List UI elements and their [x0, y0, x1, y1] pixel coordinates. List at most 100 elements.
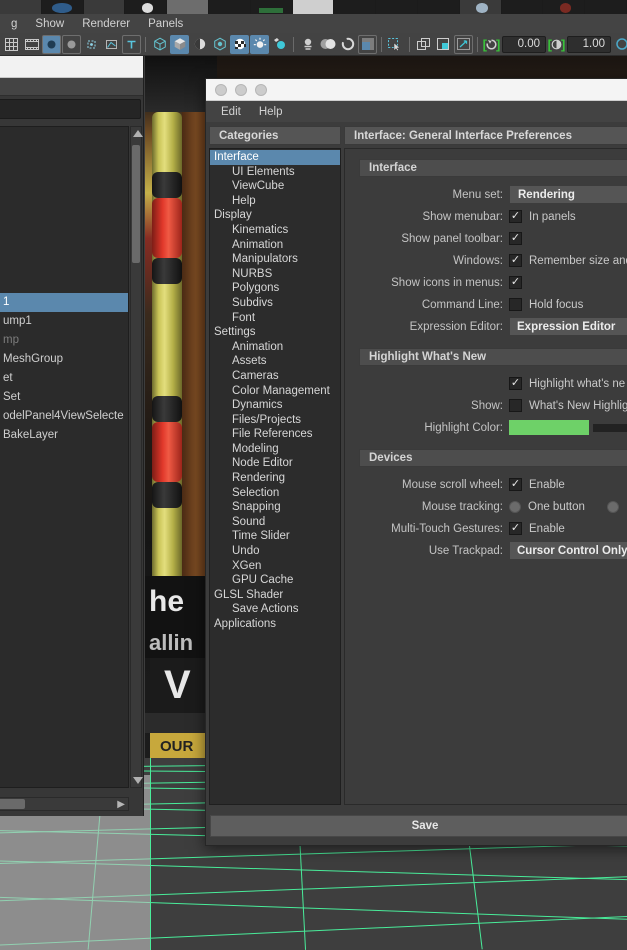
sidebar-item-applications[interactable]: Applications: [210, 617, 340, 632]
menu-panels[interactable]: Panels: [139, 16, 192, 32]
gamma-value-field[interactable]: 1.00: [567, 35, 611, 53]
list-item[interactable]: ump1: [0, 312, 128, 331]
sidebar-item-glsl-shader[interactable]: GLSL Shader: [210, 588, 340, 603]
checkbox-show-whats-new-highlight[interactable]: ✓: [509, 399, 522, 412]
list-item[interactable]: BakeLayer: [0, 426, 128, 445]
textured-sphere-icon[interactable]: [230, 34, 249, 54]
xray-icon[interactable]: [318, 35, 337, 54]
sidebar-item-rendering[interactable]: Rendering: [210, 471, 340, 486]
render-contrast-icon[interactable]: [ ]: [547, 35, 566, 54]
sidebar-item-snapping[interactable]: Snapping: [210, 500, 340, 515]
list-item[interactable]: 1: [0, 293, 128, 312]
menu-set-dropdown[interactable]: Rendering: [509, 185, 627, 204]
outliner-search-input[interactable]: [0, 99, 141, 119]
sidebar-item-dynamics[interactable]: Dynamics: [210, 398, 340, 413]
checkbox-mouse-scroll-wheel[interactable]: ✓: [509, 478, 522, 491]
checkbox-show-menubar[interactable]: ✓: [509, 210, 522, 223]
point-snap-icon[interactable]: [82, 35, 101, 54]
save-button[interactable]: Save: [210, 815, 627, 837]
checkbox-highlight-whats-new[interactable]: ✓: [509, 377, 522, 390]
sidebar-item-ui-elements[interactable]: UI Elements: [210, 165, 340, 180]
scrollbar-thumb[interactable]: [132, 145, 140, 263]
sidebar-item-animation-settings[interactable]: Animation: [210, 340, 340, 355]
lighting-icon[interactable]: [250, 34, 269, 54]
scroll-right-arrow-icon[interactable]: ▶: [117, 799, 125, 810]
use-trackpad-field[interactable]: Cursor Control Only: [509, 541, 627, 560]
sidebar-item-file-references[interactable]: File References: [210, 427, 340, 442]
sidebar-item-assets[interactable]: Assets: [210, 354, 340, 369]
sidebar-item-save-actions[interactable]: Save Actions: [210, 602, 340, 617]
radio-two-button[interactable]: [606, 500, 619, 513]
list-item[interactable]: et: [0, 369, 128, 388]
panel-resize-icon[interactable]: [454, 34, 473, 54]
menu-g[interactable]: g: [2, 16, 26, 32]
radio-one-button[interactable]: [509, 500, 521, 513]
sidebar-item-selection[interactable]: Selection: [210, 486, 340, 501]
sidebar-item-undo[interactable]: Undo: [210, 544, 340, 559]
menu-renderer[interactable]: Renderer: [73, 16, 139, 32]
outliner-horizontal-scrollbar[interactable]: ▶: [0, 797, 129, 811]
glow-sphere-icon[interactable]: [270, 35, 289, 54]
sidebar-item-subdivs[interactable]: Subdivs: [210, 296, 340, 311]
dialog-title-bar[interactable]: [206, 79, 627, 101]
sidebar-item-viewcube[interactable]: ViewCube: [210, 179, 340, 194]
sidebar-item-settings[interactable]: Settings: [210, 325, 340, 340]
sidebar-item-interface[interactable]: Interface: [210, 150, 340, 165]
sidebar-item-sound[interactable]: Sound: [210, 515, 340, 530]
xray-skeleton-icon[interactable]: [298, 35, 317, 54]
minimize-icon[interactable]: [235, 83, 247, 96]
checkbox-multi-touch-gestures[interactable]: ✓: [509, 522, 522, 535]
curve-icon[interactable]: [102, 35, 121, 54]
film-strip-icon[interactable]: [22, 35, 41, 54]
list-item[interactable]: mp: [0, 331, 128, 350]
menu-show[interactable]: Show: [26, 16, 73, 32]
sidebar-item-time-slider[interactable]: Time Slider: [210, 529, 340, 544]
sphere-filled-icon[interactable]: [42, 34, 61, 54]
text-icon[interactable]: [122, 34, 141, 54]
checkbox-show-icons-in-menus[interactable]: ✓: [509, 276, 522, 289]
sidebar-item-manipulators[interactable]: Manipulators: [210, 252, 340, 267]
shaded-cube-icon[interactable]: [170, 34, 189, 54]
checkbox-command-line-hold-focus[interactable]: ✓: [509, 298, 522, 311]
expression-editor-field[interactable]: Expression Editor: [509, 317, 627, 336]
sidebar-item-color-management[interactable]: Color Management: [210, 384, 340, 399]
categories-list[interactable]: Interface UI Elements ViewCube Help Disp…: [209, 148, 341, 805]
panel-duplicate-icon[interactable]: [434, 35, 453, 54]
sidebar-item-animation-display[interactable]: Animation: [210, 238, 340, 253]
smooth-shade-icon[interactable]: [210, 35, 229, 54]
extra-toolbar-icon[interactable]: [612, 35, 627, 54]
scroll-up-arrow-icon[interactable]: [133, 130, 143, 137]
sidebar-item-display[interactable]: Display: [210, 208, 340, 223]
halftone-sphere-icon[interactable]: [190, 35, 209, 54]
zoom-icon[interactable]: [255, 83, 267, 96]
list-item[interactable]: MeshGroup: [0, 350, 128, 369]
scrollbar-thumb[interactable]: [0, 799, 25, 809]
panel-copy-icon[interactable]: [414, 35, 433, 54]
sidebar-item-cameras[interactable]: Cameras: [210, 369, 340, 384]
sidebar-item-font[interactable]: Font: [210, 311, 340, 326]
grid-icon[interactable]: [2, 35, 21, 54]
list-item[interactable]: Set: [0, 388, 128, 407]
sidebar-item-node-editor[interactable]: Node Editor: [210, 456, 340, 471]
circle-outline-icon[interactable]: [62, 34, 81, 54]
ipr-value-field[interactable]: 0.00: [502, 35, 546, 53]
highlight-color-swatch[interactable]: [509, 420, 589, 435]
checkbox-show-panel-toolbar[interactable]: ✓: [509, 232, 522, 245]
sidebar-item-modeling[interactable]: Modeling: [210, 442, 340, 457]
menu-help[interactable]: Help: [250, 104, 292, 120]
sidebar-item-nurbs[interactable]: NURBS: [210, 267, 340, 282]
sidebar-item-kinematics[interactable]: Kinematics: [210, 223, 340, 238]
ipr-refresh-icon[interactable]: [ ]: [482, 35, 501, 54]
sidebar-item-polygons[interactable]: Polygons: [210, 281, 340, 296]
sidebar-item-help[interactable]: Help: [210, 194, 340, 209]
close-icon[interactable]: [215, 83, 227, 96]
sidebar-item-files-projects[interactable]: Files/Projects: [210, 413, 340, 428]
ao-icon[interactable]: [338, 35, 357, 54]
highlight-color-slider[interactable]: [593, 423, 627, 432]
checkbox-windows-remember[interactable]: ✓: [509, 254, 522, 267]
select-rect-icon[interactable]: [386, 35, 405, 54]
scroll-down-arrow-icon[interactable]: [133, 777, 143, 784]
outliner-vertical-scrollbar[interactable]: [130, 126, 143, 788]
sidebar-item-xgen[interactable]: XGen: [210, 559, 340, 574]
screenshot-icon[interactable]: [358, 34, 377, 54]
